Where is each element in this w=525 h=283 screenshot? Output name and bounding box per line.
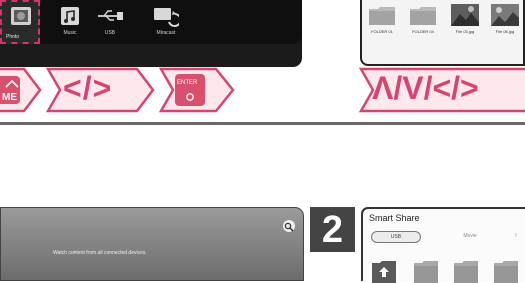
intro-message: Watch content from all connected devices… [53,250,147,256]
step-number-badge: 2 [310,207,355,252]
smart-share-panel: Smart Share USB Movie I [361,207,525,283]
file-browser-panel: FOLDER 01 FOLDER 04 File 03.jpg File 06.… [360,0,525,66]
file-item-label: FOLDER 04 [412,29,434,34]
enter-key-arrow [158,67,235,113]
enter-key-label: ENTER [177,80,198,86]
file-item-label: FOLDER 01 [371,29,393,34]
enter-button-shape [175,74,205,106]
section-divider [0,122,525,125]
folder-icon[interactable] [453,259,479,283]
photo-icon [11,7,31,25]
home-key-arrow [0,67,42,113]
miracast-icon [154,8,179,27]
home-item-label: Miracast [156,30,176,36]
tv-smart-share-intro: Watch content from all connected devices… [0,207,304,281]
nav-all-directions-label: Λ/V/</> [372,70,479,106]
image-thumbnail [451,4,479,26]
file-item[interactable]: File 03.jpg [450,4,480,34]
home-item-label: Photo [6,34,20,40]
folder-icon [410,7,436,25]
file-item[interactable]: FOLDER 01 [367,4,397,34]
tv-home-screen: Photo Music USB Miracast [0,0,302,67]
home-item-usb[interactable]: USB [82,6,138,40]
folder-icon[interactable] [493,259,519,283]
file-item-label: File 06.jpg [495,29,515,34]
smart-share-title: Smart Share [369,213,420,223]
search-button[interactable] [283,220,295,232]
home-item-label: USB [104,30,116,36]
search-icon [284,222,294,232]
home-item-miracast[interactable]: Miracast [138,6,194,40]
home-item-photo[interactable]: Photo [0,0,40,44]
nav-left-right-label: </> [63,70,113,106]
folder-icon[interactable] [413,259,439,283]
file-item[interactable]: FOLDER 04 [408,4,438,34]
tab-usb[interactable]: USB [371,231,421,243]
file-item[interactable]: File 06.jpg [490,4,520,34]
music-icon [61,7,79,25]
upload-folder-icon[interactable] [371,259,397,283]
home-key-label: ME [2,92,17,103]
usb-icon [98,10,123,21]
file-item-label: File 03.jpg [455,29,475,34]
tab-movie[interactable]: Movie [455,231,485,241]
home-menu-bar: Photo Music USB Miracast [0,0,302,44]
image-thumbnail [491,4,519,26]
tab-partial[interactable]: I [511,231,521,241]
folder-icon [369,7,395,25]
